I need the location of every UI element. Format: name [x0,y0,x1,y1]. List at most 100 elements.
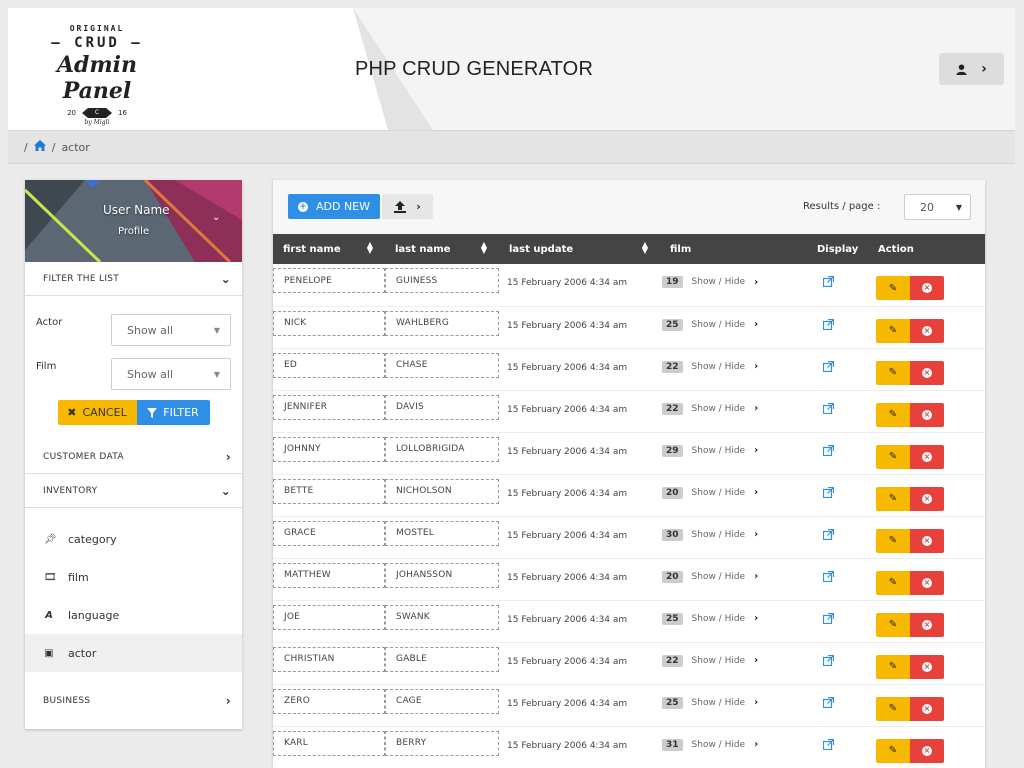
film-toggle[interactable]: 29 Show / Hide › [660,437,814,457]
show-hide-link[interactable]: Show / Hide [692,698,746,708]
show-hide-link[interactable]: Show / Hide [692,530,746,540]
actor-filter-select[interactable]: Show all ▼ [111,314,231,346]
results-per-page-select[interactable]: 20 ▼ [904,194,971,220]
first-name-inline-edit[interactable]: JOHNNY [273,436,385,462]
edit-button[interactable]: ✎ [876,570,910,595]
inventory-section[interactable]: INVENTORY ⌄ [25,474,242,508]
edit-button[interactable]: ✎ [876,318,910,343]
delete-button[interactable]: × [910,402,944,427]
col-last-name[interactable]: last name ▲ ▼ [385,234,499,264]
delete-button[interactable]: × [910,528,944,553]
first-name-inline-edit[interactable]: PENELOPE [273,268,385,293]
export-button[interactable]: › [382,194,433,219]
show-hide-link[interactable]: Show / Hide [692,320,746,330]
cancel-button[interactable]: ✖ CANCEL [57,400,137,425]
film-toggle[interactable]: 22 Show / Hide › [660,647,814,667]
film-toggle[interactable]: 25 Show / Hide › [660,311,814,331]
add-new-button[interactable]: + ADD NEW [288,194,380,219]
film-toggle[interactable]: 25 Show / Hide › [660,689,814,709]
profile-link[interactable]: Profile [118,226,149,237]
first-name-inline-edit[interactable]: GRACE [273,520,385,546]
last-name-inline-edit[interactable]: WAHLBERG [385,310,499,336]
col-last-update[interactable]: last update ▲ ▼ [499,234,660,264]
edit-button[interactable]: ✎ [876,360,910,385]
film-filter-select[interactable]: Show all ▼ [111,358,231,390]
external-link-icon[interactable] [814,353,876,375]
last-name-inline-edit[interactable]: LOLLOBRIGIDA [385,436,499,462]
edit-button[interactable]: ✎ [876,444,910,469]
first-name-inline-edit[interactable]: JENNIFER [273,394,385,420]
sidebar-item-category[interactable]: 📌︎ category [25,520,242,558]
external-link-icon[interactable] [814,479,876,501]
edit-button[interactable]: ✎ [876,528,910,553]
delete-button[interactable]: × [910,360,944,385]
film-toggle[interactable]: 19 Show / Hide › [660,268,814,288]
show-hide-link[interactable]: Show / Hide [692,656,746,666]
last-name-inline-edit[interactable]: MOSTEL [385,520,499,546]
col-first-name[interactable]: first name ▲ ▼ [273,234,385,264]
show-hide-link[interactable]: Show / Hide [692,446,746,456]
edit-button[interactable]: ✎ [876,696,910,721]
external-link-icon[interactable] [814,437,876,459]
sort-icon[interactable]: ▲ ▼ [642,241,648,255]
first-name-inline-edit[interactable]: NICK [273,310,385,336]
external-link-icon[interactable] [814,689,876,711]
film-toggle[interactable]: 31 Show / Hide › [660,731,814,751]
sort-icon[interactable]: ▲ ▼ [367,241,373,255]
delete-button[interactable]: × [910,486,944,511]
edit-button[interactable]: ✎ [876,654,910,679]
edit-button[interactable]: ✎ [876,486,910,511]
external-link-icon[interactable] [814,311,876,333]
delete-button[interactable]: × [910,276,944,300]
sort-icon[interactable]: ▲ ▼ [481,241,487,255]
first-name-inline-edit[interactable]: CHRISTIAN [273,646,385,672]
film-toggle[interactable]: 22 Show / Hide › [660,353,814,373]
last-name-inline-edit[interactable]: GUINESS [385,268,499,293]
show-hide-link[interactable]: Show / Hide [692,404,746,414]
external-link-icon[interactable] [814,605,876,627]
last-name-inline-edit[interactable]: CAGE [385,688,499,714]
film-toggle[interactable]: 22 Show / Hide › [660,395,814,415]
filter-list-toggle[interactable]: FILTER THE LIST ⌄ [25,262,242,296]
last-name-inline-edit[interactable]: CHASE [385,352,499,378]
crud-admin-logo[interactable]: ORIGINAL — CRUD — Admin Panel 20 C 16 by… [22,24,172,126]
first-name-inline-edit[interactable]: KARL [273,730,385,756]
last-name-inline-edit[interactable]: DAVIS [385,394,499,420]
show-hide-link[interactable]: Show / Hide [692,362,746,372]
business-section[interactable]: BUSINESS › [25,684,242,718]
first-name-inline-edit[interactable]: ZERO [273,688,385,714]
customer-data-section[interactable]: CUSTOMER DATA › [25,440,242,474]
show-hide-link[interactable]: Show / Hide [692,277,746,287]
film-toggle[interactable]: 20 Show / Hide › [660,479,814,499]
show-hide-link[interactable]: Show / Hide [692,740,746,750]
show-hide-link[interactable]: Show / Hide [692,488,746,498]
external-link-icon[interactable] [814,647,876,669]
last-name-inline-edit[interactable]: BERRY [385,730,499,756]
last-name-inline-edit[interactable]: JOHANSSON [385,562,499,588]
delete-button[interactable]: × [910,738,944,763]
last-name-inline-edit[interactable]: GABLE [385,646,499,672]
show-hide-link[interactable]: Show / Hide [692,572,746,582]
first-name-inline-edit[interactable]: JOE [273,604,385,630]
film-toggle[interactable]: 25 Show / Hide › [660,605,814,625]
show-hide-link[interactable]: Show / Hide [692,614,746,624]
last-name-inline-edit[interactable]: NICHOLSON [385,478,499,504]
film-toggle[interactable]: 30 Show / Hide › [660,521,814,541]
delete-button[interactable]: × [910,444,944,469]
filter-button[interactable]: FILTER [136,400,210,425]
first-name-inline-edit[interactable]: MATTHEW [273,562,385,588]
edit-button[interactable]: ✎ [876,402,910,427]
delete-button[interactable]: × [910,570,944,595]
external-link-icon[interactable] [814,521,876,543]
delete-button[interactable]: × [910,654,944,679]
user-menu-button[interactable]: › [939,53,1004,85]
edit-button[interactable]: ✎ [876,612,910,637]
external-link-icon[interactable] [814,731,876,753]
external-link-icon[interactable] [814,395,876,417]
sidebar-item-language[interactable]: A language [25,596,242,634]
external-link-icon[interactable] [814,268,876,290]
last-name-inline-edit[interactable]: SWANK [385,604,499,630]
external-link-icon[interactable] [814,563,876,585]
sidebar-item-actor[interactable]: ▣ actor [25,634,242,672]
home-icon[interactable] [33,139,46,155]
